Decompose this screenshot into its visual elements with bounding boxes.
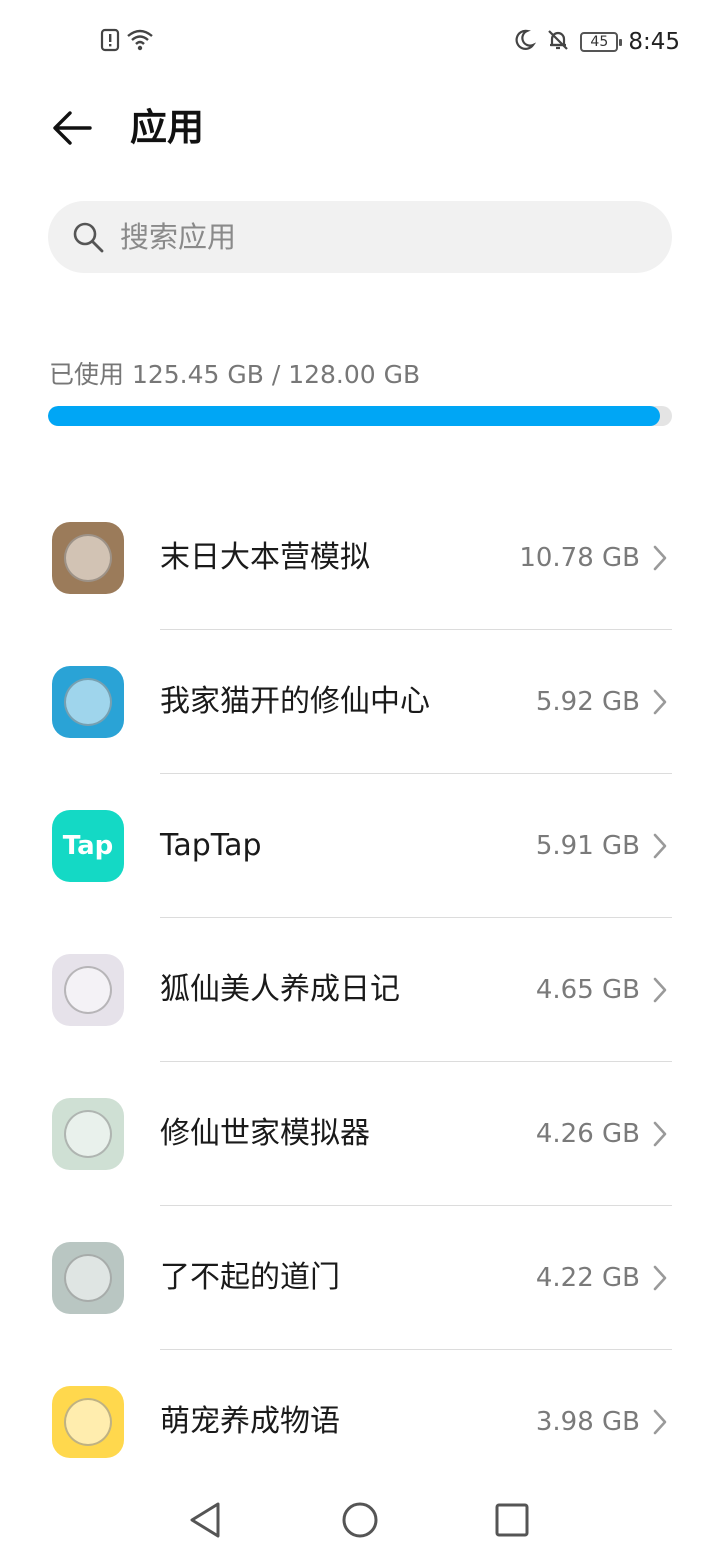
chevron-right-icon bbox=[653, 1409, 667, 1435]
app-icon bbox=[52, 1386, 124, 1458]
app-icon bbox=[52, 1098, 124, 1170]
app-size: 4.22 GB bbox=[535, 1263, 640, 1293]
app-name: TapTap bbox=[160, 828, 262, 863]
app-icon bbox=[52, 522, 124, 594]
app-row[interactable]: 末日大本营模拟 10.78 GB bbox=[0, 486, 720, 630]
app-size: 10.78 GB bbox=[519, 543, 640, 573]
app-icon-artwork bbox=[64, 966, 112, 1014]
app-size: 5.92 GB bbox=[535, 687, 640, 717]
bell-muted-icon bbox=[546, 28, 570, 56]
app-icon bbox=[52, 954, 124, 1026]
status-time: 8:45 bbox=[628, 29, 680, 55]
status-left-icons bbox=[100, 28, 154, 56]
app-icon-artwork bbox=[64, 534, 112, 582]
app-size: 5.91 GB bbox=[535, 831, 640, 861]
app-row[interactable]: 我家猫开的修仙中心 5.92 GB bbox=[0, 630, 720, 774]
app-list: 末日大本营模拟 10.78 GB 我家猫开的修仙中心 5.92 GB Tap TapTap… bbox=[0, 486, 720, 1494]
app-row[interactable]: 萌宠养成物语 3.98 GB bbox=[0, 1350, 720, 1494]
app-icon bbox=[52, 666, 124, 738]
app-name: 萌宠养成物语 bbox=[160, 1404, 340, 1439]
app-icon bbox=[52, 1242, 124, 1314]
app-icon-artwork bbox=[64, 1398, 112, 1446]
search-input[interactable] bbox=[120, 201, 640, 273]
app-row[interactable]: 了不起的道门 4.22 GB bbox=[0, 1206, 720, 1350]
app-row[interactable]: 修仙世家模拟器 4.26 GB bbox=[0, 1062, 720, 1206]
chevron-right-icon bbox=[653, 833, 667, 859]
navigation-bar bbox=[0, 1480, 720, 1560]
chevron-right-icon bbox=[653, 1265, 667, 1291]
chevron-right-icon bbox=[653, 545, 667, 571]
app-row[interactable]: Tap TapTap 5.91 GB bbox=[0, 774, 720, 918]
status-bar: 45 8:45 bbox=[0, 0, 720, 84]
app-name: 我家猫开的修仙中心 bbox=[160, 684, 430, 719]
nav-home-circle-icon bbox=[342, 1502, 378, 1538]
search-bar[interactable] bbox=[48, 201, 672, 273]
nav-recents-square-icon bbox=[495, 1503, 529, 1537]
alert-sim-icon bbox=[100, 28, 120, 56]
app-name: 末日大本营模拟 bbox=[160, 540, 370, 575]
app-name: 修仙世家模拟器 bbox=[160, 1116, 370, 1151]
status-right-icons: 45 8:45 bbox=[512, 28, 680, 56]
nav-home-button[interactable] bbox=[338, 1498, 382, 1542]
nav-back-button[interactable] bbox=[184, 1498, 228, 1542]
nav-back-triangle-icon bbox=[190, 1502, 220, 1538]
app-name: 了不起的道门 bbox=[160, 1260, 340, 1295]
battery-icon: 45 bbox=[580, 32, 623, 52]
app-icon: Tap bbox=[52, 810, 124, 882]
chevron-right-icon bbox=[653, 977, 667, 1003]
app-size: 4.65 GB bbox=[535, 975, 640, 1005]
storage-progress-bar bbox=[48, 406, 672, 426]
app-icon-artwork bbox=[64, 678, 112, 726]
app-icon-label: Tap bbox=[62, 831, 114, 861]
moon-icon bbox=[512, 28, 537, 56]
storage-progress-fill bbox=[48, 406, 660, 426]
search-icon bbox=[73, 222, 104, 253]
app-size: 3.98 GB bbox=[535, 1407, 640, 1437]
chevron-right-icon bbox=[653, 689, 667, 715]
app-icon-artwork bbox=[64, 1254, 112, 1302]
app-row[interactable]: 狐仙美人养成日记 4.65 GB bbox=[0, 918, 720, 1062]
app-icon-artwork bbox=[64, 1110, 112, 1158]
page-title: 应用 bbox=[130, 106, 204, 149]
wifi-icon bbox=[126, 28, 154, 56]
battery-level: 45 bbox=[590, 34, 609, 50]
app-size: 4.26 GB bbox=[535, 1119, 640, 1149]
header: 应用 bbox=[0, 84, 720, 174]
storage-used-label: 已使用 125.45 GB / 128.00 GB bbox=[49, 360, 421, 389]
chevron-right-icon bbox=[653, 1121, 667, 1147]
arrow-left-icon bbox=[53, 111, 92, 145]
back-button[interactable] bbox=[46, 102, 98, 154]
app-name: 狐仙美人养成日记 bbox=[160, 972, 400, 1007]
nav-recents-button[interactable] bbox=[490, 1498, 534, 1542]
